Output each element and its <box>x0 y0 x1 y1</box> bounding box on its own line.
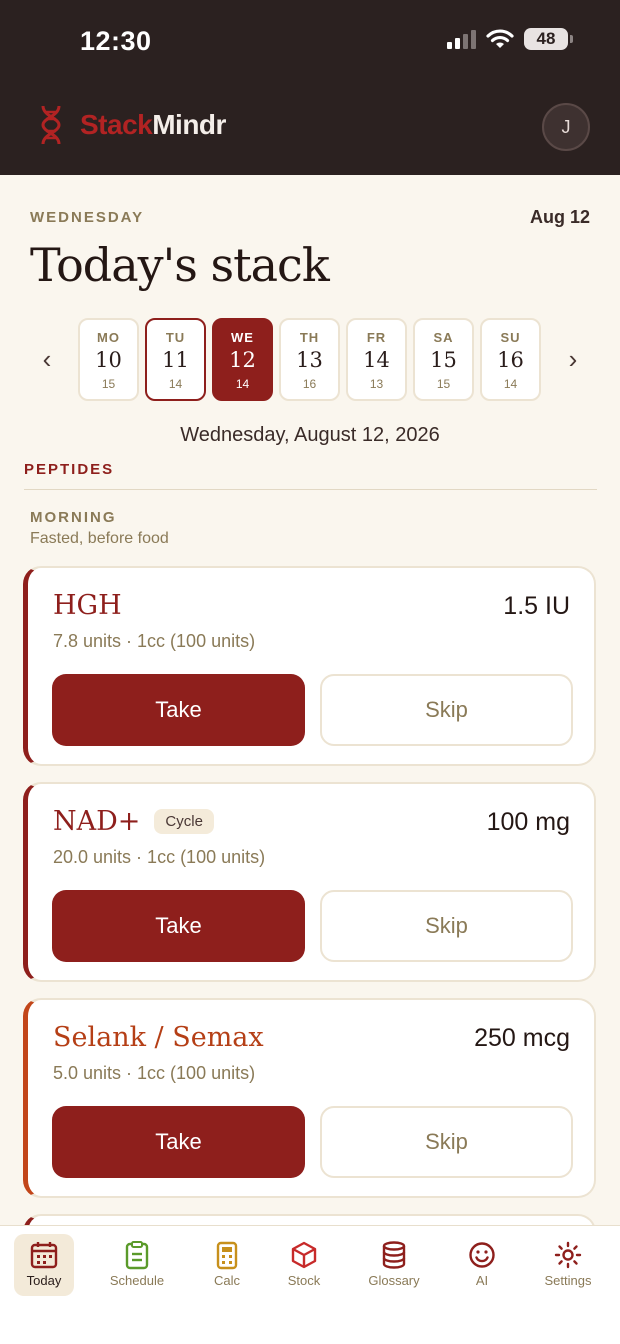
compound-name: NAD+ Cycle <box>53 806 214 837</box>
compound-name: Selank / Semax <box>53 1022 264 1053</box>
dose-amount: 1.5 IU <box>503 592 570 620</box>
take-button[interactable]: Take <box>52 1106 305 1178</box>
tab-ai[interactable]: AI <box>447 1234 517 1296</box>
database-icon <box>382 1241 406 1269</box>
day-abbr: SU <box>500 330 521 345</box>
day-number: 12 <box>229 348 256 372</box>
day-count: 14 <box>168 377 183 391</box>
calendar-icon <box>30 1242 58 1269</box>
day-abbr: SA <box>433 330 454 345</box>
tab-label: Stock <box>287 1273 321 1288</box>
compound-name-text: Selank / Semax <box>53 1022 264 1053</box>
box-icon <box>291 1241 317 1269</box>
tab-label: AI <box>475 1273 489 1288</box>
section-title: PEPTIDES <box>24 461 115 478</box>
tab-label: Settings <box>544 1273 592 1288</box>
dose-amount: 250 mcg <box>474 1024 570 1052</box>
bottom-tab-bar: Today Schedule Calc Stock Glossary AI Se… <box>0 1225 620 1344</box>
dose-card: HGH 1.5 IU 7.8 units · 1cc (100 units) T… <box>23 566 596 766</box>
day-number: 14 <box>363 348 390 372</box>
skip-button[interactable]: Skip <box>320 1106 573 1178</box>
day-number: 11 <box>162 348 189 372</box>
day-abbr: MO <box>97 330 120 345</box>
day-chip[interactable]: TH 13 16 <box>279 318 340 401</box>
skip-button[interactable]: Skip <box>320 890 573 962</box>
day-abbr: FR <box>366 330 387 345</box>
dose-units: 20.0 units · 1cc (100 units) <box>53 847 266 867</box>
tab-calc[interactable]: Calc <box>192 1234 262 1296</box>
cellular-signal-icon <box>447 29 476 49</box>
compound-name: HGH <box>53 590 122 621</box>
day-count: 14 <box>503 377 518 391</box>
day-number: 10 <box>95 348 122 372</box>
brand-part-1: Stack <box>80 109 153 140</box>
day-chip[interactable]: SU 16 14 <box>480 318 541 401</box>
wifi-icon <box>486 29 514 48</box>
day-number: 15 <box>430 348 457 372</box>
smiley-icon <box>469 1242 495 1268</box>
day-count: 15 <box>101 377 116 391</box>
take-button[interactable]: Take <box>52 890 305 962</box>
skip-button[interactable]: Skip <box>320 674 573 746</box>
status-time: 12:30 <box>80 26 152 56</box>
slot-title: MORNING <box>30 509 117 526</box>
day-chip-selected[interactable]: WE 12 14 <box>212 318 273 401</box>
app-header: StackMindr <box>40 104 226 146</box>
slot-subtitle: Fasted, before food <box>30 530 169 547</box>
page-title: Today's stack <box>30 238 330 292</box>
day-count: 15 <box>436 377 451 391</box>
tab-label: Calc <box>213 1273 240 1288</box>
compound-name-text: NAD+ <box>53 806 141 837</box>
dose-card: NAD+ Cycle 100 mg 20.0 units · 1cc (100 … <box>23 782 596 982</box>
week-selector: ‹ MO 10 15 TU 11 14 WE 12 14 TH 13 16 FR… <box>30 318 590 404</box>
day-chip[interactable]: SA 15 15 <box>413 318 474 401</box>
short-date: Aug 12 <box>529 207 590 227</box>
chevron-right-icon[interactable]: › <box>558 344 588 374</box>
day-number: 16 <box>497 348 524 372</box>
tab-label: Schedule <box>109 1273 165 1288</box>
selected-full-date: Wednesday, August 12, 2026 <box>180 424 440 446</box>
day-chip[interactable]: TU 11 14 <box>145 318 206 401</box>
brand-logo[interactable]: StackMindr <box>80 109 226 141</box>
dna-icon <box>41 105 61 145</box>
day-count: 13 <box>369 377 384 391</box>
calculator-icon <box>216 1241 238 1270</box>
dose-units: 7.8 units · 1cc (100 units) <box>53 631 256 651</box>
day-chip[interactable]: FR 14 13 <box>346 318 407 401</box>
day-number: 13 <box>296 348 323 372</box>
tab-stock[interactable]: Stock <box>269 1234 339 1296</box>
day-abbr: WE <box>231 330 254 345</box>
compound-name-text: HGH <box>53 590 122 621</box>
brand-part-2: Mindr <box>152 109 226 140</box>
battery-icon: 48 <box>524 28 573 50</box>
tab-settings[interactable]: Settings <box>533 1234 603 1296</box>
tab-today[interactable]: Today <box>14 1234 74 1296</box>
day-count: 16 <box>302 377 317 391</box>
top-bar: 12:30 48 StackMindr J <box>0 0 620 175</box>
section-divider <box>24 489 597 490</box>
dose-amount: 100 mg <box>486 808 570 836</box>
gear-icon <box>554 1241 582 1269</box>
tab-glossary[interactable]: Glossary <box>359 1234 429 1296</box>
weekday-label: WEDNESDAY <box>30 209 145 226</box>
dose-card: Selank / Semax 250 mcg 5.0 units · 1cc (… <box>23 998 596 1198</box>
take-button[interactable]: Take <box>52 674 305 746</box>
day-abbr: TH <box>299 330 320 345</box>
day-count: 14 <box>235 377 250 391</box>
status-icons: 48 <box>447 28 573 50</box>
tab-label: Today <box>26 1273 62 1288</box>
avatar[interactable]: J <box>542 103 590 151</box>
cycle-badge: Cycle <box>154 809 214 834</box>
day-list: MO 10 15 TU 11 14 WE 12 14 TH 13 16 FR 1… <box>78 318 541 401</box>
chevron-left-icon[interactable]: ‹ <box>32 344 62 374</box>
clipboard-icon <box>125 1241 149 1270</box>
day-chip[interactable]: MO 10 15 <box>78 318 139 401</box>
dose-units: 5.0 units · 1cc (100 units) <box>53 1063 256 1083</box>
tab-label: Glossary <box>368 1273 420 1288</box>
tab-schedule[interactable]: Schedule <box>102 1234 172 1296</box>
day-abbr: TU <box>165 330 186 345</box>
